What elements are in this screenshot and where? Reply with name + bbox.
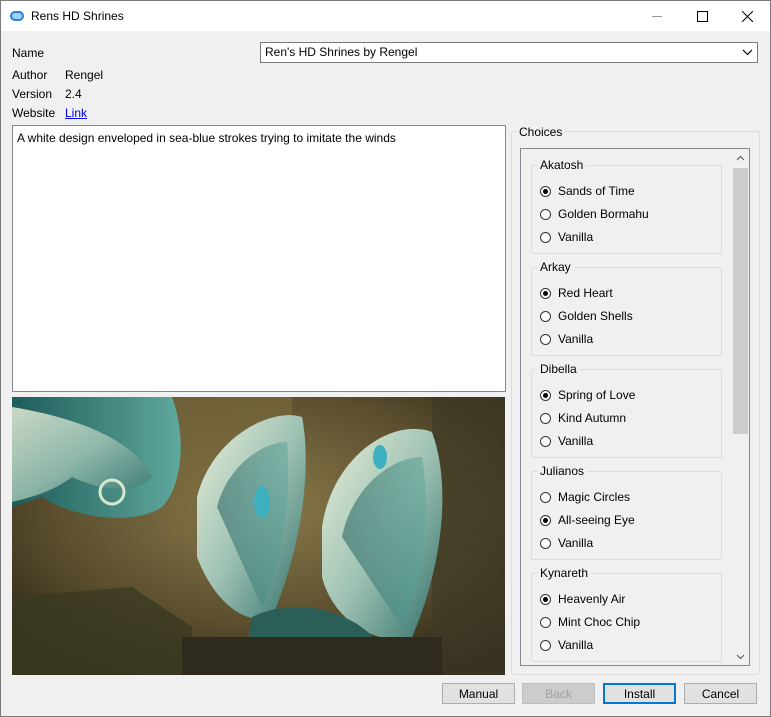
shrine-preview-picture (12, 397, 505, 675)
radio-option[interactable]: Vanilla (540, 535, 593, 551)
radio-option[interactable]: Vanilla (540, 637, 593, 653)
radio-button[interactable] (540, 639, 551, 651)
minimize-button[interactable] (634, 1, 680, 31)
radio-label: Spring of Love (558, 388, 636, 402)
radio-label: Red Heart (558, 286, 613, 300)
website-link[interactable]: Link (65, 106, 87, 120)
manual-button[interactable]: Manual (442, 683, 515, 704)
radio-option[interactable]: Vanilla (540, 331, 593, 347)
maximize-icon (696, 10, 708, 22)
radio-button[interactable] (540, 287, 551, 299)
version-label: Version (12, 87, 53, 101)
radio-button[interactable] (540, 435, 551, 447)
radio-label: Vanilla (558, 536, 594, 550)
radio-option[interactable]: Vanilla (540, 229, 593, 245)
radio-option[interactable]: Magic Circles (540, 489, 630, 505)
radio-button[interactable] (540, 310, 551, 322)
radio-label: Sands of Time (558, 184, 635, 198)
scrollbar-thumb[interactable] (733, 168, 748, 434)
radio-option[interactable]: Mint Choc Chip (540, 614, 640, 630)
radio-label: Vanilla (558, 230, 594, 244)
radio-label: Kind Autumn (558, 411, 627, 425)
radio-option[interactable]: Vanilla (540, 433, 593, 449)
choice-group-arkay: Arkay Red Heart Golden Shells Vanilla (531, 260, 722, 356)
choice-group-dibella: Dibella Spring of Love Kind Autumn Vanil… (531, 362, 722, 458)
radio-option[interactable]: Golden Bormahu (540, 206, 649, 222)
radio-button[interactable] (540, 333, 551, 345)
choice-group-julianos: Julianos Magic Circles All-seeing Eye Va… (531, 464, 722, 560)
radio-button[interactable] (540, 231, 551, 243)
close-button[interactable] (724, 1, 770, 31)
choice-group-label: Kynareth (537, 566, 592, 580)
radio-button[interactable] (540, 491, 551, 503)
radio-label: All-seeing Eye (558, 513, 635, 527)
radio-label: Golden Shells (558, 309, 633, 323)
radio-button[interactable] (540, 412, 551, 424)
radio-button[interactable] (540, 616, 551, 628)
maximize-button[interactable] (679, 1, 725, 31)
author-label: Author (12, 68, 48, 82)
scroll-up-icon[interactable] (736, 154, 745, 163)
choices-scrollbar[interactable] (732, 149, 749, 665)
radio-label: Vanilla (558, 434, 594, 448)
preview-image (12, 397, 505, 675)
choices-panel: Akatosh Sands of Time Golden Bormahu Van… (520, 148, 750, 666)
radio-button[interactable] (540, 208, 551, 220)
choice-group-label: Dibella (537, 362, 580, 376)
radio-button[interactable] (540, 537, 551, 549)
radio-option[interactable]: Sands of Time (540, 183, 635, 199)
radio-option[interactable]: Kind Autumn (540, 410, 626, 426)
radio-label: Golden Bormahu (558, 207, 649, 221)
choice-group-kynareth: Kynareth Heavenly Air Mint Choc Chip Van… (531, 566, 722, 662)
radio-label: Magic Circles (558, 490, 631, 504)
radio-option[interactable]: Heavenly Air (540, 591, 625, 607)
choice-group-akatosh: Akatosh Sands of Time Golden Bormahu Van… (531, 158, 722, 254)
radio-label: Mint Choc Chip (558, 615, 641, 629)
choice-group-label: Akatosh (537, 158, 587, 172)
description-text: A white design enveloped in sea-blue str… (17, 131, 396, 145)
radio-label: Heavenly Air (558, 592, 626, 606)
radio-label: Vanilla (558, 638, 594, 652)
radio-button[interactable] (540, 514, 551, 526)
radio-option[interactable]: Red Heart (540, 285, 613, 301)
radio-option[interactable]: All-seeing Eye (540, 512, 635, 528)
name-dropdown-value: Ren's HD Shrines by Rengel (265, 45, 418, 59)
radio-option[interactable]: Spring of Love (540, 387, 635, 403)
radio-label: Vanilla (558, 332, 594, 346)
choices-title: Choices (517, 125, 565, 139)
chevron-down-icon (742, 49, 753, 56)
website-label: Website (12, 106, 56, 120)
title-bar: Rens HD Shrines (1, 1, 770, 31)
choice-group-label: Arkay (537, 260, 574, 274)
name-dropdown[interactable]: Ren's HD Shrines by Rengel (260, 42, 758, 63)
name-label: Name (12, 46, 45, 60)
cancel-button[interactable]: Cancel (684, 683, 757, 704)
version-value: 2.4 (65, 87, 82, 101)
radio-button[interactable] (540, 185, 551, 197)
description-box: A white design enveloped in sea-blue str… (12, 125, 506, 392)
minimize-icon (651, 15, 662, 17)
radio-button[interactable] (540, 389, 551, 401)
scroll-down-icon[interactable] (736, 652, 745, 661)
choice-group-label: Julianos (537, 464, 588, 478)
radio-option[interactable]: Golden Shells (540, 308, 633, 324)
radio-button[interactable] (540, 593, 551, 605)
app-icon (10, 11, 24, 21)
back-button[interactable]: Back (522, 683, 595, 704)
install-button[interactable]: Install (603, 683, 676, 704)
author-value: Rengel (65, 68, 104, 82)
close-icon (741, 10, 753, 22)
window-title: Rens HD Shrines (31, 9, 124, 23)
